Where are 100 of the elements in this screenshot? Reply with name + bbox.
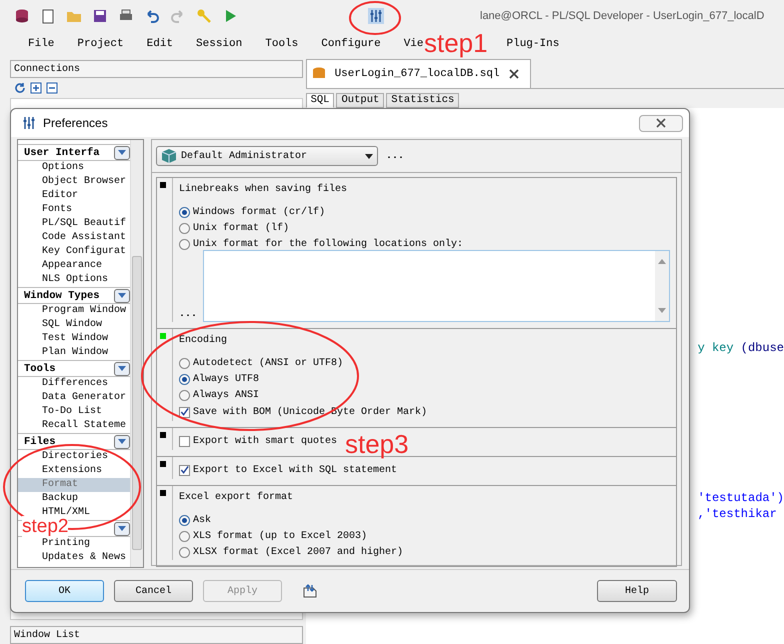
tree-item[interactable]: Directories xyxy=(18,450,130,464)
code-line: ,'testhikar xyxy=(698,506,777,522)
more-button[interactable]: ... xyxy=(386,150,404,162)
radio-button[interactable] xyxy=(179,390,190,400)
tree-item[interactable]: PL/SQL Beautif xyxy=(18,217,130,231)
more-button[interactable]: ... xyxy=(179,309,198,320)
plus-icon[interactable] xyxy=(30,82,42,94)
radio-button[interactable] xyxy=(179,358,190,368)
close-button[interactable] xyxy=(639,114,683,132)
collapse-button[interactable] xyxy=(114,288,130,302)
panel-title: Window List xyxy=(14,630,80,640)
option-label: Unix format (lf) xyxy=(193,222,290,234)
caret-icon xyxy=(117,366,127,372)
highlight-ellipse xyxy=(348,0,402,36)
menu-item[interactable]: File xyxy=(28,38,54,50)
tree-item[interactable]: Object Browser xyxy=(18,175,130,189)
box-icon xyxy=(161,148,177,164)
checkbox[interactable] xyxy=(179,464,190,476)
option-label: Windows format (cr/lf) xyxy=(193,206,326,218)
tree-item[interactable]: Appearance xyxy=(18,259,130,273)
menu-item[interactable]: Plug-Ins xyxy=(506,38,560,50)
radio-button[interactable] xyxy=(179,530,190,542)
option-label: Unix format for the following locations only: xyxy=(193,238,464,250)
tree-item[interactable]: Test Window xyxy=(18,332,130,346)
radio-button[interactable] xyxy=(179,546,190,558)
code-line: 'testutada') xyxy=(698,490,784,506)
option-label: Ask xyxy=(193,514,212,526)
radio-button[interactable] xyxy=(179,222,190,234)
radio-button[interactable] xyxy=(179,374,190,384)
radio-button[interactable] xyxy=(179,238,190,250)
save-icon[interactable] xyxy=(92,8,108,24)
tree-item[interactable]: Backup xyxy=(18,492,130,506)
menu-item[interactable]: Vie xyxy=(404,38,424,50)
tree-item[interactable]: Extensions xyxy=(18,464,130,478)
tree-item[interactable]: SQL Window xyxy=(18,318,130,332)
dialog-button[interactable]: OK xyxy=(25,580,104,602)
menu-item[interactable]: Project xyxy=(77,38,124,50)
code-line: y key (dbuse xyxy=(698,340,784,356)
tree-item[interactable]: Printing xyxy=(18,537,130,551)
dialog-button[interactable]: Cancel xyxy=(114,580,193,602)
checkbox[interactable] xyxy=(179,406,190,418)
editor-tab[interactable]: Statistics xyxy=(386,93,460,108)
tree-item[interactable]: Fonts xyxy=(18,203,130,217)
tree-group[interactable]: Files xyxy=(24,436,56,448)
menu-item[interactable]: Edit xyxy=(146,38,174,50)
option-label: XLSX format (Excel 2007 and higher) xyxy=(193,546,404,558)
step-label: step1 xyxy=(424,30,488,56)
database-icon[interactable] xyxy=(14,8,30,24)
caret-icon xyxy=(117,150,127,156)
preferences-icon[interactable] xyxy=(368,8,384,24)
tree-item[interactable]: Options xyxy=(18,161,130,175)
caret-icon xyxy=(117,438,127,444)
collapse-button[interactable] xyxy=(114,434,130,448)
editor-tab[interactable]: SQL xyxy=(306,93,334,108)
menu-item[interactable]: Tools xyxy=(265,38,298,50)
document-tab[interactable]: UserLogin_677_localDB.sql xyxy=(306,59,531,88)
tree-item[interactable]: Key Configurat xyxy=(18,245,130,259)
caret-icon xyxy=(365,154,373,158)
collapse-button[interactable] xyxy=(114,146,130,160)
scrollbar[interactable] xyxy=(130,140,143,567)
panel-title: Connections xyxy=(14,64,80,74)
refresh-icon[interactable] xyxy=(14,82,26,94)
profile-dropdown[interactable]: Default Administrator xyxy=(156,146,378,166)
tree-item[interactable]: Editor xyxy=(18,189,130,203)
collapse-button[interactable] xyxy=(114,522,130,536)
radio-button[interactable] xyxy=(179,206,190,218)
tree-item[interactable]: Program Window xyxy=(18,304,130,318)
tree-item[interactable]: Format xyxy=(18,478,130,492)
tree-item[interactable]: Updates & News xyxy=(18,551,130,565)
tree-item[interactable]: Code Assistant xyxy=(18,231,130,245)
dialog-button[interactable]: Help xyxy=(597,580,677,602)
tree-group[interactable]: Window Types xyxy=(24,290,100,302)
tree-group[interactable]: Tools xyxy=(24,362,56,374)
close-icon xyxy=(655,117,667,129)
tree-item[interactable]: NLS Options xyxy=(18,273,130,287)
menu-item[interactable]: Configure xyxy=(321,38,381,50)
tree-item[interactable]: Data Generator xyxy=(18,391,130,405)
step-label: step2 xyxy=(22,516,68,538)
option-label: Always ANSI xyxy=(193,390,260,400)
option-label: Autodetect (ANSI or UTF8) xyxy=(193,358,344,368)
import-export-icon[interactable] xyxy=(302,583,318,599)
tree-item[interactable]: To-Do List xyxy=(18,405,130,419)
minus-icon[interactable] xyxy=(46,82,58,94)
caret-icon xyxy=(117,292,127,298)
menu-item[interactable]: Session xyxy=(196,38,242,50)
checkbox-label: Export with smart quotes xyxy=(193,436,338,446)
tree-item[interactable]: Recall Stateme xyxy=(18,419,130,433)
preferences-icon xyxy=(21,115,37,131)
checkbox[interactable] xyxy=(179,436,190,446)
tree-item[interactable]: Plan Window xyxy=(18,346,130,360)
radio-button[interactable] xyxy=(179,514,190,526)
tree-item[interactable]: Differences xyxy=(18,377,130,391)
new-file-icon[interactable] xyxy=(40,8,56,24)
editor-tab[interactable]: Output xyxy=(336,93,384,108)
step-label: step3 xyxy=(345,432,409,456)
option-label: Always UTF8 xyxy=(193,374,260,384)
section-title: Encoding xyxy=(179,334,228,348)
collapse-button[interactable] xyxy=(114,362,130,376)
close-icon[interactable] xyxy=(508,68,520,80)
tree-group[interactable]: User Interfa xyxy=(24,146,100,158)
